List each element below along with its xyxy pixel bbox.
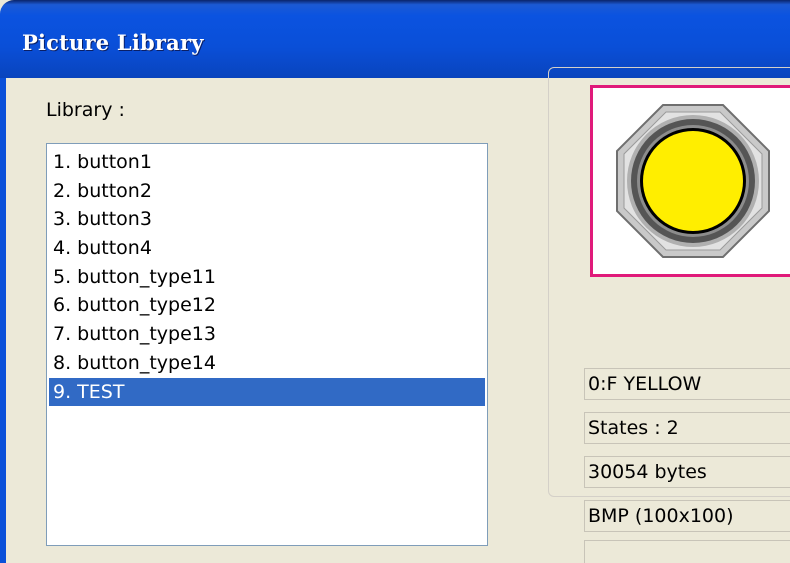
library-listbox[interactable]: 1. button1 2. button2 3. button3 4. butt… — [46, 143, 488, 546]
format-field: BMP (100x100) — [584, 500, 790, 532]
list-item[interactable]: 2. button2 — [49, 177, 485, 206]
list-item[interactable]: 3. button3 — [49, 205, 485, 234]
picture-library-window: Picture Library Library : 1. button1 2. … — [0, 0, 790, 563]
list-item-selected[interactable]: 9. TEST — [49, 377, 485, 407]
library-label: Library : — [46, 99, 125, 121]
list-item[interactable]: 8. button_type14 — [49, 349, 485, 378]
list-item[interactable]: 4. button4 — [49, 234, 485, 263]
extra-field — [584, 540, 790, 563]
picture-preview — [590, 85, 790, 277]
list-item[interactable]: 5. button_type11 — [49, 263, 485, 292]
list-item[interactable]: 6. button_type12 — [49, 291, 485, 320]
list-item[interactable]: 1. button1 — [49, 148, 485, 177]
window-title: Picture Library — [22, 30, 204, 55]
list-item[interactable]: 7. button_type13 — [49, 320, 485, 349]
picture-name-field: 0:F YELLOW — [584, 368, 790, 400]
size-field: 30054 bytes — [584, 456, 790, 488]
states-field: States : 2 — [584, 412, 790, 444]
yellow-round-button-icon — [616, 104, 770, 258]
